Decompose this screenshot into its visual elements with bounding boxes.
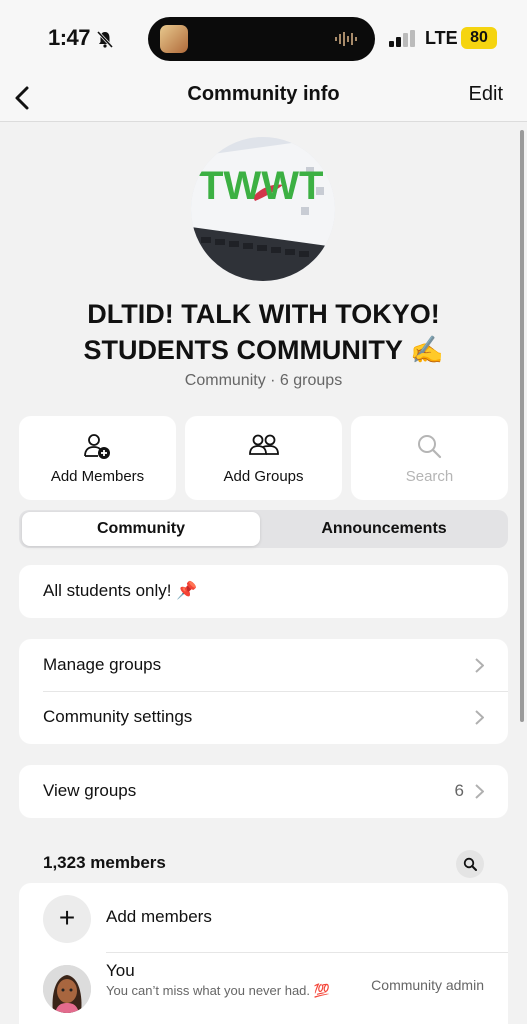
- status-time: 1:47: [48, 25, 91, 50]
- status-bar: 1:47 LTE 80: [0, 0, 527, 78]
- add-members-label: Add Members: [50, 468, 145, 485]
- member-status: You can’t miss what you never had. 💯: [106, 983, 330, 998]
- member-role-badge: Community admin: [371, 977, 484, 993]
- memoji-avatar-image: [43, 965, 91, 1013]
- search-button[interactable]: Search: [351, 416, 508, 500]
- plus-icon: +: [43, 895, 91, 943]
- audio-waveform-icon: [335, 32, 357, 46]
- view-groups-card[interactable]: View groups 6: [19, 765, 508, 818]
- community-settings-card: Manage groups Community settings: [19, 639, 508, 744]
- community-avatar[interactable]: TWWT: [191, 137, 335, 281]
- chevron-right-icon: [475, 710, 484, 725]
- bell-slash-icon: [96, 30, 114, 48]
- avatar: [43, 965, 91, 1013]
- community-subtitle: Community · 6 groups: [184, 372, 343, 389]
- dynamic-island[interactable]: [148, 17, 375, 61]
- community-settings-row[interactable]: Community settings: [19, 691, 508, 743]
- add-groups-button[interactable]: Add Groups: [185, 416, 342, 500]
- search-label: Search: [405, 468, 454, 485]
- scrollbar[interactable]: [520, 130, 524, 722]
- page-title: Community info: [187, 83, 340, 105]
- community-settings-label: Community settings: [43, 707, 193, 726]
- laptop-photo: TWWT: [191, 137, 335, 281]
- add-members-button[interactable]: Add Members: [19, 416, 176, 500]
- manage-groups-row[interactable]: Manage groups: [19, 639, 508, 691]
- chevron-right-icon: [475, 784, 484, 799]
- community-description: All students only! 📌: [43, 581, 198, 600]
- chevron-right-icon: [475, 658, 484, 673]
- battery-indicator: 80: [461, 27, 497, 49]
- view-groups-count: 6: [454, 781, 464, 800]
- search-icon: [463, 857, 477, 871]
- add-members-row-label: Add members: [106, 907, 212, 926]
- community-name: DLTID! TALK WITH TOKYO! STUDENTS COMMUNI…: [83, 299, 444, 365]
- members-list: + Add members You You can’t miss what yo…: [19, 883, 508, 1024]
- member-row[interactable]: You You can’t miss what you never had. 💯…: [19, 953, 508, 1023]
- view-groups-row[interactable]: View groups 6: [19, 765, 508, 817]
- network-type: LTE: [425, 28, 458, 48]
- view-groups-label: View groups: [43, 781, 137, 800]
- community-description-card[interactable]: All students only! 📌: [19, 565, 508, 618]
- add-groups-label: Add Groups: [223, 468, 304, 485]
- members-search-button[interactable]: [456, 850, 484, 878]
- tab-community[interactable]: Community: [22, 512, 260, 546]
- community-tabs: Community Announcements: [19, 510, 508, 548]
- edit-button[interactable]: Edit: [469, 83, 503, 106]
- members-count: 1,323 members: [43, 853, 166, 872]
- manage-groups-label: Manage groups: [43, 655, 162, 674]
- add-members-row[interactable]: + Add members: [19, 883, 508, 953]
- person-add-icon: [84, 434, 110, 459]
- navigation-bar: Community info Edit: [0, 78, 527, 122]
- avatar-logo-text: TWWT: [199, 164, 323, 208]
- tab-announcements[interactable]: Announcements: [262, 512, 506, 546]
- cellular-signal-icon: [389, 30, 415, 47]
- now-playing-artwork: [160, 25, 188, 53]
- search-icon: [418, 435, 442, 459]
- member-name: You: [106, 961, 135, 980]
- people-icon: [249, 434, 279, 455]
